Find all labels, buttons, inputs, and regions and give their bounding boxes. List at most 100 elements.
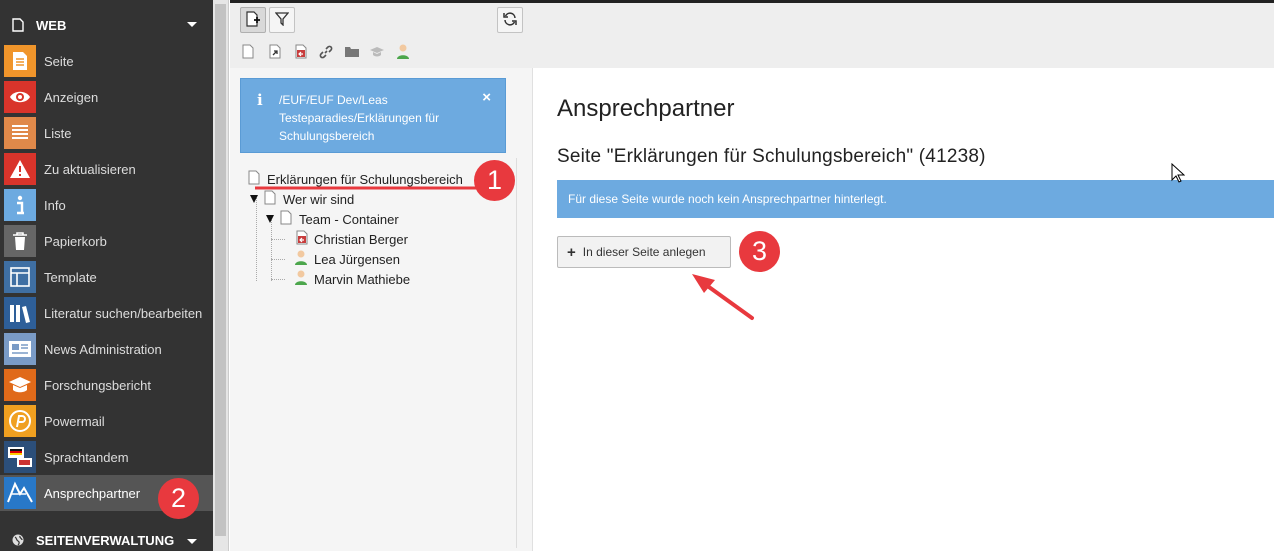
filter-button[interactable] xyxy=(269,7,295,33)
tree-node-label: Lea Jürgensen xyxy=(314,251,401,267)
speech-bubbles-icon xyxy=(4,441,36,473)
tree-node-lea-juergensen[interactable]: Lea Jürgensen xyxy=(294,249,400,269)
template-icon xyxy=(4,261,36,293)
page-icon xyxy=(280,210,292,228)
sidebar-item-label: Forschungsbericht xyxy=(44,377,151,393)
new-page-type-link[interactable] xyxy=(318,45,334,61)
tree-node-erklaerungen[interactable]: Erklärungen für Schulungsbereich xyxy=(248,169,463,189)
tree-node-label: Christian Berger xyxy=(314,231,408,247)
info-alert: Für diese Seite wurde noch kein Ansprech… xyxy=(557,180,1274,218)
page-path-text: /EUF/EUF Dev/Leas Testeparadies/Erklärun… xyxy=(279,93,440,143)
page-path-info: i /EUF/EUF Dev/Leas Testeparadies/Erklär… xyxy=(240,78,506,153)
page-icon xyxy=(264,190,276,208)
section-pages-label: SEITENVERWALTUNG xyxy=(36,532,175,548)
page-icon xyxy=(242,44,254,62)
scrollbar-thumb[interactable] xyxy=(215,4,226,536)
sidebar-item-powermail[interactable]: Powermail xyxy=(0,403,213,439)
tree-node-christian-berger[interactable]: Christian Berger xyxy=(296,229,408,249)
tree-node-marvin-mathiebe[interactable]: Marvin Mathiebe xyxy=(294,269,410,289)
page-shortcut-icon xyxy=(269,44,281,62)
sidebar-item-label: Seite xyxy=(44,53,74,69)
sidebar-item-info[interactable]: Info xyxy=(0,187,213,223)
tree-scrollbar[interactable] xyxy=(516,158,517,548)
info-icon: i xyxy=(257,91,263,109)
contact-person-icon xyxy=(4,477,36,509)
new-page-button[interactable] xyxy=(240,7,266,33)
new-page-icon xyxy=(246,10,260,30)
new-page-type-contact[interactable] xyxy=(395,44,411,62)
sidebar-item-template[interactable]: Template xyxy=(0,259,213,295)
page-icon xyxy=(248,170,260,188)
person-icon xyxy=(294,270,308,288)
sidebar-item-label: Template xyxy=(44,269,97,285)
list-icon xyxy=(4,117,36,149)
page-external-icon xyxy=(296,230,308,248)
refresh-icon xyxy=(503,11,517,29)
sidebar-item-label: Powermail xyxy=(44,413,105,429)
create-contact-button[interactable]: + In dieser Seite anlegen xyxy=(557,236,731,268)
docheader-toolbar xyxy=(230,0,1274,68)
new-page-type-folder[interactable] xyxy=(343,45,361,61)
module-menu: WEB Seite Anzeigen Liste Zu aktualisiere… xyxy=(0,0,213,551)
refresh-button[interactable] xyxy=(497,7,523,33)
close-icon[interactable]: × xyxy=(482,89,491,106)
link-icon xyxy=(319,45,333,62)
info-icon xyxy=(4,189,36,221)
annotation-badge-2: 2 xyxy=(158,478,199,519)
sidebar-item-zu-aktualisieren[interactable]: Zu aktualisieren xyxy=(0,151,213,187)
sidebar-item-label: Liste xyxy=(44,125,72,141)
mouse-cursor-icon xyxy=(1171,162,1186,186)
tree-node-label: Marvin Mathiebe xyxy=(314,271,411,287)
chevron-down-icon xyxy=(187,22,197,27)
page-external-icon xyxy=(295,44,307,62)
globe-icon xyxy=(0,534,36,546)
tree-guide-line xyxy=(271,279,285,280)
section-web[interactable]: WEB xyxy=(0,7,213,43)
books-icon xyxy=(4,297,36,329)
sidebar-item-label: Info xyxy=(44,197,66,213)
tree-node-label: Erklärungen für Schulungsbereich xyxy=(267,171,463,187)
sidebar-item-news-administration[interactable]: News Administration xyxy=(0,331,213,367)
sidebar-scrollbar[interactable] xyxy=(213,0,229,551)
content-area: Ansprechpartner Seite "Erklärungen für S… xyxy=(534,68,1274,551)
new-page-type-standard[interactable] xyxy=(240,44,256,62)
tree-guide-line xyxy=(271,259,285,260)
graduation-cap-icon xyxy=(369,46,385,61)
sidebar-item-label: Papierkorb xyxy=(44,233,107,249)
tree-node-wer-wir-sind[interactable]: Wer wir sind xyxy=(250,189,354,209)
tree-node-label: Team - Container xyxy=(299,211,399,227)
person-icon xyxy=(396,44,410,62)
sidebar-item-sprachtandem[interactable]: Sprachtandem xyxy=(0,439,213,475)
create-contact-button-label: In dieser Seite anlegen xyxy=(582,245,706,259)
expand-toggle-icon[interactable] xyxy=(266,215,274,223)
sidebar-item-literatur[interactable]: Literatur suchen/bearbeiten xyxy=(0,295,213,331)
new-page-type-research[interactable] xyxy=(368,45,386,61)
page-icon xyxy=(4,45,36,77)
page-tree-panel: i /EUF/EUF Dev/Leas Testeparadies/Erklär… xyxy=(230,68,533,551)
sidebar-item-label: Sprachtandem xyxy=(44,449,129,465)
new-page-type-external[interactable] xyxy=(293,44,309,62)
folder-icon xyxy=(344,46,360,61)
document-icon xyxy=(0,18,36,32)
section-seitenverwaltung[interactable]: SEITENVERWALTUNG xyxy=(0,522,213,551)
filter-icon xyxy=(274,11,290,29)
eye-icon xyxy=(4,81,36,113)
sidebar-item-label: Zu aktualisieren xyxy=(44,161,136,177)
sidebar-item-label: Anzeigen xyxy=(44,89,99,105)
expand-toggle-icon[interactable] xyxy=(250,195,258,203)
sidebar-item-seite[interactable]: Seite xyxy=(0,43,213,79)
sidebar-item-label: Literatur suchen/bearbeiten xyxy=(44,305,203,321)
sidebar-item-papierkorb[interactable]: Papierkorb xyxy=(0,223,213,259)
powermail-icon xyxy=(4,405,36,437)
section-web-label: WEB xyxy=(36,17,67,33)
sidebar-item-liste[interactable]: Liste xyxy=(0,115,213,151)
tree-node-team-container[interactable]: Team - Container xyxy=(266,209,399,229)
sidebar-item-forschungsbericht[interactable]: Forschungsbericht xyxy=(0,367,213,403)
news-icon xyxy=(4,333,36,365)
tree-node-label: Wer wir sind xyxy=(283,191,355,207)
annotation-badge-1: 1 xyxy=(474,160,515,201)
new-page-type-shortcut[interactable] xyxy=(267,44,283,62)
plus-icon: + xyxy=(567,243,576,261)
warning-icon xyxy=(4,153,36,185)
sidebar-item-anzeigen[interactable]: Anzeigen xyxy=(0,79,213,115)
